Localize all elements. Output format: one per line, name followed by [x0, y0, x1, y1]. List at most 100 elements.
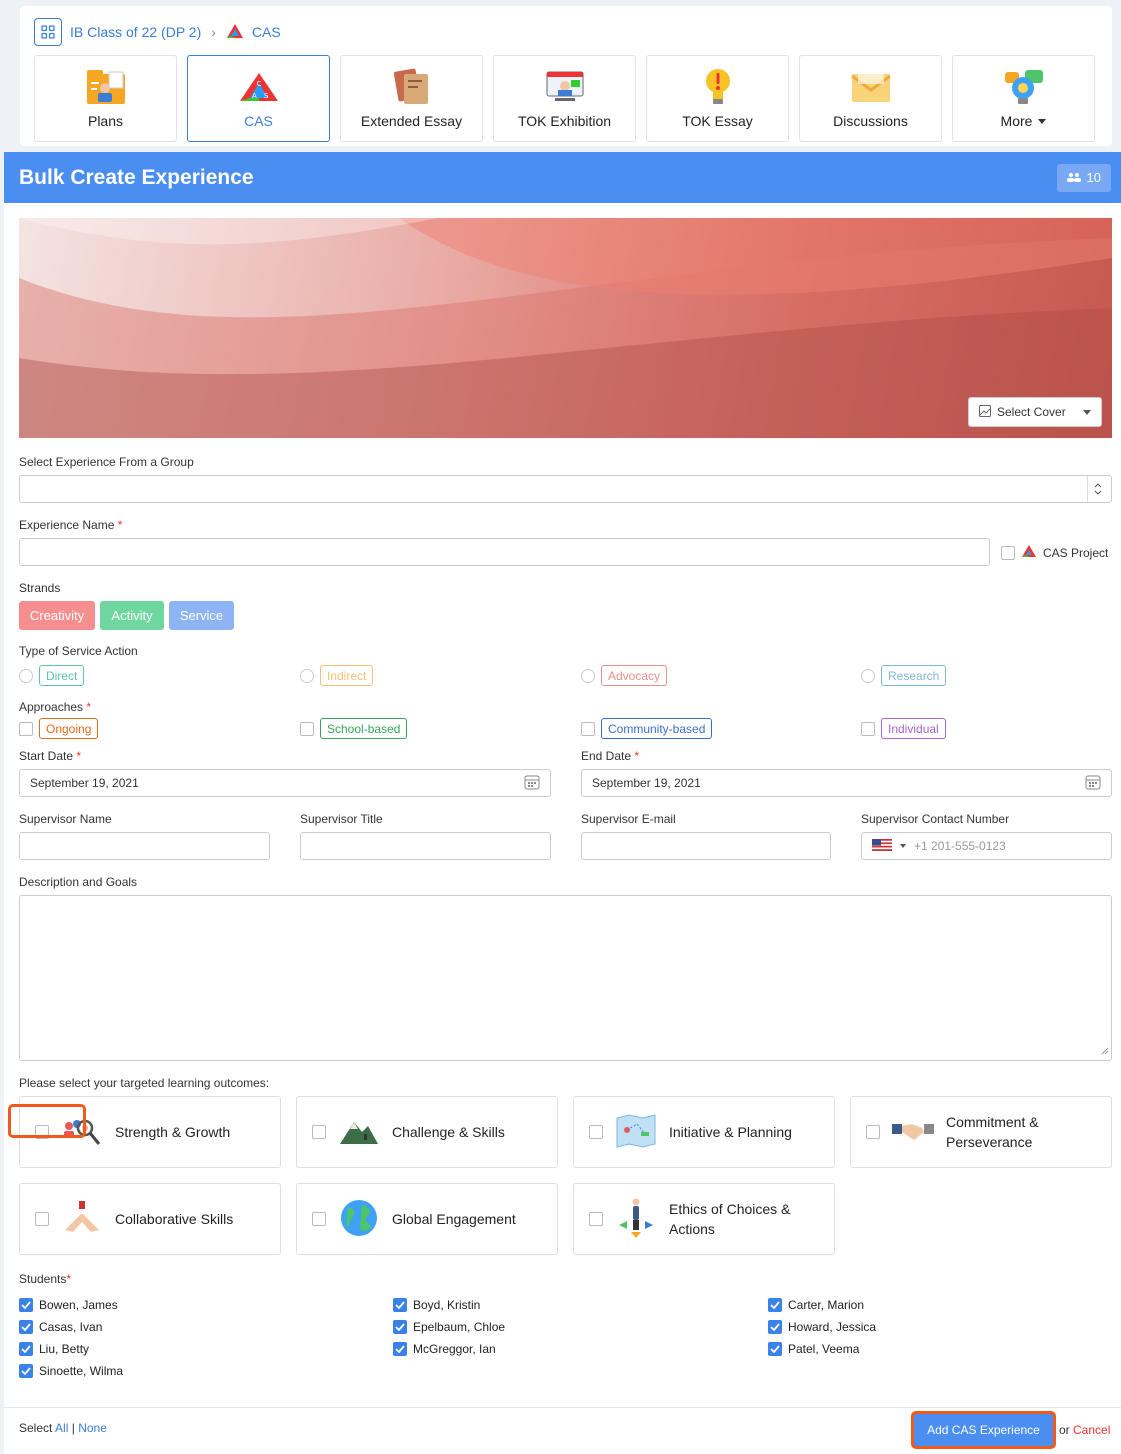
checked-checkbox-icon[interactable]: [768, 1298, 782, 1312]
select-none-link[interactable]: None: [78, 1421, 107, 1435]
select-cover-button[interactable]: Select Cover: [968, 397, 1102, 427]
us-flag-icon[interactable]: [872, 838, 892, 854]
student-item[interactable]: Bowen, James: [19, 1298, 118, 1312]
approach-school-based[interactable]: School-based: [300, 718, 408, 739]
student-item[interactable]: Sinoette, Wilma: [19, 1364, 123, 1378]
strand-service[interactable]: Service: [169, 601, 234, 630]
tab-tok-exhibition[interactable]: TOK Exhibition: [493, 55, 636, 142]
service-radio[interactable]: [581, 668, 595, 683]
breadcrumb-class-link[interactable]: IB Class of 22 (DP 2): [70, 24, 201, 40]
approach-tag: School-based: [320, 718, 408, 739]
checked-checkbox-icon[interactable]: [393, 1342, 407, 1356]
student-name: Bowen, James: [39, 1298, 118, 1312]
approach-community-based[interactable]: Community-based: [581, 718, 713, 739]
outcome-challenge-skills[interactable]: Challenge & Skills: [296, 1096, 558, 1168]
tab-discussions[interactable]: Discussions: [799, 55, 942, 142]
student-name: Patel, Veema: [788, 1342, 860, 1356]
tab-plans[interactable]: Plans: [34, 55, 177, 142]
outcome-checkbox[interactable]: [312, 1212, 326, 1226]
student-count-badge: 10: [1056, 163, 1111, 192]
supervisor-phone-input[interactable]: +1 201-555-0123: [861, 832, 1112, 860]
add-cas-experience-button[interactable]: Add CAS Experience: [911, 1411, 1056, 1449]
checked-checkbox-icon[interactable]: [19, 1320, 33, 1334]
student-item[interactable]: Carter, Marion: [768, 1298, 864, 1312]
checked-checkbox-icon[interactable]: [19, 1342, 33, 1356]
service-direct[interactable]: Direct: [19, 665, 85, 686]
student-item[interactable]: Howard, Jessica: [768, 1320, 876, 1334]
resize-handle-icon[interactable]: [1101, 1044, 1109, 1058]
outcome-commitment-perseverance[interactable]: Commitment & Perseverance: [850, 1096, 1112, 1168]
plans-icon: [85, 67, 127, 107]
approach-checkbox[interactable]: [581, 721, 595, 736]
calendar-icon[interactable]: [524, 774, 540, 793]
crossroads-person-icon: [615, 1197, 657, 1242]
name-label-wrap: Experience Name *: [19, 518, 122, 532]
strands-label: Strands: [19, 581, 61, 595]
outcome-collaborative-skills[interactable]: Collaborative Skills: [19, 1183, 281, 1255]
student-item[interactable]: Liu, Betty: [19, 1342, 89, 1356]
outcome-line2: Perseverance: [946, 1134, 1033, 1150]
student-item[interactable]: McGreggor, Ian: [393, 1342, 496, 1356]
checked-checkbox-icon[interactable]: [19, 1298, 33, 1312]
tab-label: CAS: [244, 113, 273, 129]
outcome-checkbox[interactable]: [589, 1212, 603, 1226]
outcome-checkbox[interactable]: [312, 1125, 326, 1139]
tab-extended-essay[interactable]: Extended Essay: [340, 55, 483, 142]
student-item[interactable]: Boyd, Kristin: [393, 1298, 480, 1312]
approach-checkbox[interactable]: [19, 721, 33, 736]
service-indirect[interactable]: Indirect: [300, 665, 374, 686]
approaches-label: Approaches: [19, 700, 84, 714]
supervisor-name-input[interactable]: [19, 832, 270, 860]
calendar-icon[interactable]: [1085, 774, 1101, 793]
student-item[interactable]: Casas, Ivan: [19, 1320, 102, 1334]
supervisor-email-input[interactable]: [581, 832, 831, 860]
tab-more[interactable]: More: [952, 55, 1095, 142]
outcome-text: Global Engagement: [392, 1209, 516, 1229]
students-label: Students: [19, 1272, 67, 1286]
service-radio[interactable]: [19, 668, 33, 683]
outcome-checkbox[interactable]: [866, 1125, 880, 1139]
checked-checkbox-icon[interactable]: [768, 1320, 782, 1334]
checked-checkbox-icon[interactable]: [768, 1342, 782, 1356]
student-item[interactable]: Epelbaum, Chloe: [393, 1320, 505, 1334]
approach-individual[interactable]: Individual: [861, 718, 946, 739]
strand-activity[interactable]: Activity: [100, 601, 164, 630]
service-advocacy[interactable]: Advocacy: [581, 665, 668, 686]
handshake-icon: [892, 1118, 934, 1147]
strand-creativity[interactable]: Creativity: [19, 601, 95, 630]
apps-grid-icon[interactable]: [34, 18, 62, 46]
approach-checkbox[interactable]: [300, 721, 314, 736]
experience-name-input[interactable]: [19, 538, 990, 566]
start-date-input[interactable]: September 19, 2021: [19, 769, 551, 797]
checked-checkbox-icon[interactable]: [393, 1298, 407, 1312]
tab-cas[interactable]: CAS CAS: [187, 55, 330, 142]
required-mark: *: [66, 1272, 72, 1286]
select-all-link[interactable]: All: [55, 1421, 68, 1435]
outcome-ethics-choices-actions[interactable]: Ethics of Choices & Actions: [573, 1183, 835, 1255]
service-radio[interactable]: [300, 668, 314, 683]
description-textarea[interactable]: [19, 895, 1112, 1061]
checked-checkbox-icon[interactable]: [393, 1320, 407, 1334]
approach-checkbox[interactable]: [861, 721, 875, 736]
end-date-input[interactable]: September 19, 2021: [581, 769, 1112, 797]
outcome-global-engagement[interactable]: Global Engagement: [296, 1183, 558, 1255]
student-item[interactable]: Patel, Veema: [768, 1342, 859, 1356]
supervisor-name-label: Supervisor Name: [19, 812, 112, 826]
outcome-initiative-planning[interactable]: Initiative & Planning: [573, 1096, 835, 1168]
tab-tok-essay[interactable]: TOK Essay: [646, 55, 789, 142]
outcome-checkbox[interactable]: [589, 1125, 603, 1139]
outcome-text: Strength & Growth: [115, 1122, 230, 1142]
chevron-right-icon: ›: [211, 24, 216, 40]
cas-project-checkbox[interactable]: [1001, 545, 1015, 560]
checked-checkbox-icon[interactable]: [19, 1364, 33, 1378]
breadcrumb-cas-link[interactable]: CAS: [252, 24, 281, 40]
service-research[interactable]: Research: [861, 665, 947, 686]
group-select[interactable]: [19, 475, 1112, 503]
or-text: or: [1059, 1423, 1070, 1437]
service-radio[interactable]: [861, 668, 875, 683]
students-label-wrap: Students*: [19, 1272, 71, 1286]
outcome-checkbox[interactable]: [35, 1212, 49, 1226]
supervisor-title-input[interactable]: [300, 832, 551, 860]
approach-ongoing[interactable]: Ongoing: [19, 718, 99, 739]
cancel-link[interactable]: Cancel: [1073, 1423, 1110, 1437]
